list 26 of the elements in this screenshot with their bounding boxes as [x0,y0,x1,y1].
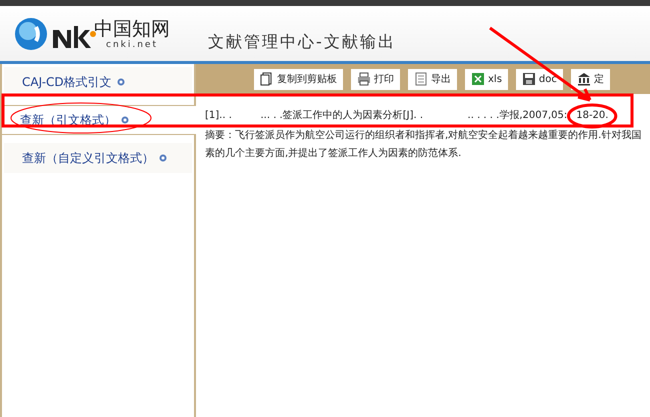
document-icon [260,72,274,86]
toolbar-button[interactable]: 复制到剪贴板 [254,68,343,90]
abstract-text: 素的几个主要方面,并提出了签派工作人为因素的防范体系. [205,146,462,161]
globe-logo-icon [14,16,48,50]
sidebar-item[interactable]: 查新（自定义引文格式） [4,143,192,173]
sidebar-item[interactable]: CAJ-CD格式引文 [4,67,192,97]
abstract-text: 飞行签派员作为航空公司运行的组织者和指挥者,对航空安全起着越来越重要的作用.针对我国 [235,128,642,143]
toolbar-button[interactable]: doc [516,68,563,90]
printer-icon [357,72,371,86]
bank-icon [576,72,591,86]
spreadsheet-icon [471,72,485,86]
annotation-ellipse [568,104,616,128]
toolbar-button[interactable]: xls [465,68,508,90]
help-icon [159,154,167,162]
abstract-label: 摘要： [205,128,235,143]
citation-text: [1].. . ... . .签派工作中的人为因素分析[J]. . .. . . . .学报,2007,05: [205,108,568,123]
page-range: 18-20. [576,110,608,121]
toolbar-button[interactable]: 导出 [408,68,457,90]
logo-text: 中国知网 [94,18,170,40]
help-icon [121,116,129,124]
document-icon [414,72,428,86]
toolbar-button[interactable]: 定 [570,68,610,90]
page-title: 文献管理中心-文献输出 [208,30,396,52]
help-icon [116,78,125,86]
toolbar-button[interactable]: 打印 [351,68,400,90]
logo-url: cnki.net [106,40,158,50]
